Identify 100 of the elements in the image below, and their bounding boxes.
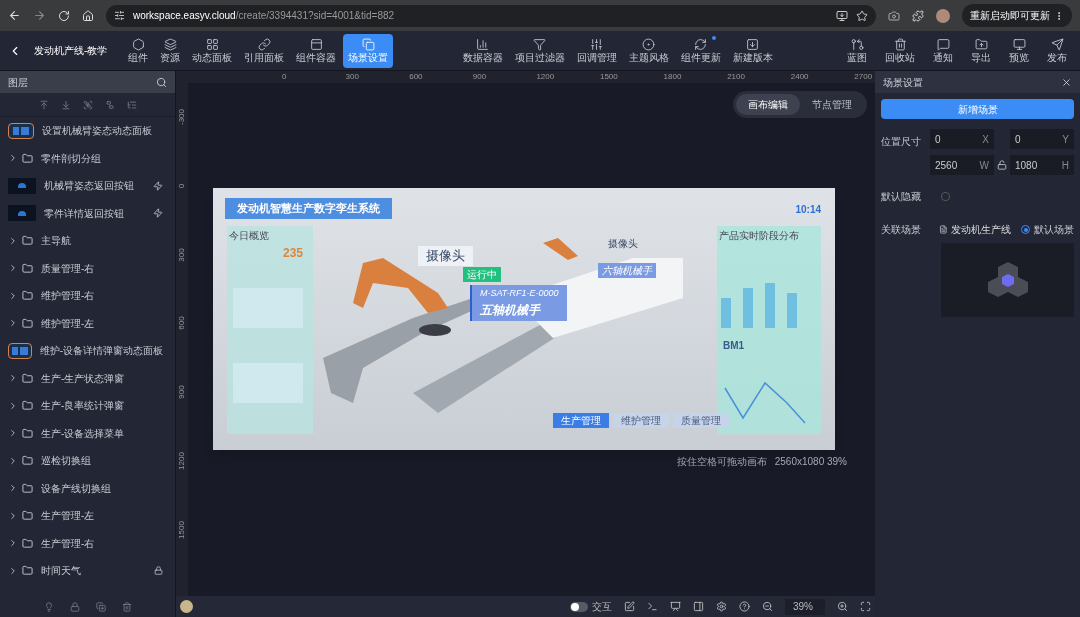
layer-item[interactable]: 生产-良率统计弹窗 bbox=[0, 392, 175, 420]
number-field[interactable]: 1080 H bbox=[1010, 155, 1074, 175]
expand-icon[interactable] bbox=[8, 263, 18, 274]
layer-item[interactable]: 主导航 bbox=[0, 227, 175, 255]
radio-label: 默认场景 bbox=[1034, 223, 1074, 237]
expand-icon[interactable] bbox=[8, 290, 18, 301]
settings-icon[interactable] bbox=[716, 601, 727, 612]
expand-icon[interactable] bbox=[8, 510, 18, 521]
panel-title: 产品实时阶段分布 bbox=[719, 229, 799, 243]
layer-item[interactable]: 零件剖切分组 bbox=[0, 144, 175, 172]
number-field[interactable]: 2560 W bbox=[930, 155, 994, 175]
address-bar[interactable]: workspace.easyv.cloud/create/3394431?sid=4001&tid=882 bbox=[106, 4, 876, 27]
layer-item[interactable]: 生产管理-左 bbox=[0, 502, 175, 530]
move-top-icon[interactable] bbox=[38, 99, 49, 110]
zoom-out-icon[interactable] bbox=[762, 601, 773, 612]
toolbar-button[interactable]: 引用面板 bbox=[239, 33, 290, 68]
toolbar-button[interactable]: 发布 bbox=[1042, 33, 1072, 68]
trash-icon[interactable] bbox=[121, 602, 132, 612]
interaction-toggle[interactable] bbox=[570, 601, 588, 612]
layer-item[interactable]: 生产-设备选择菜单 bbox=[0, 419, 175, 447]
expand-icon[interactable] bbox=[8, 235, 18, 246]
toolbar-button[interactable]: 回调管理 bbox=[571, 33, 622, 68]
help-icon[interactable] bbox=[739, 601, 750, 612]
camera-icon[interactable] bbox=[888, 9, 900, 22]
mode-tab[interactable]: 画布编辑 bbox=[736, 94, 800, 115]
expand-icon[interactable] bbox=[8, 538, 18, 549]
device-code: M-SAT-RF1-E-0000 bbox=[480, 287, 559, 300]
expand-icon[interactable] bbox=[8, 153, 18, 164]
lock-icon[interactable] bbox=[69, 602, 80, 612]
hidden-checkbox[interactable] bbox=[941, 192, 950, 201]
home-icon[interactable] bbox=[82, 9, 94, 22]
toolbar-button[interactable]: 预览 bbox=[1004, 33, 1034, 68]
toolbar-button[interactable]: 组件更新 bbox=[675, 33, 726, 68]
toolbar-button[interactable]: 通知 bbox=[928, 33, 958, 68]
expand-icon[interactable] bbox=[8, 455, 18, 466]
expand-icon[interactable] bbox=[8, 428, 18, 439]
layer-item[interactable]: 维护管理-右 bbox=[0, 282, 175, 310]
profile-avatar[interactable] bbox=[936, 8, 950, 23]
layer-item[interactable]: 生产管理-右 bbox=[0, 529, 175, 557]
nav-tab[interactable]: 维护管理 bbox=[613, 413, 669, 428]
expand-icon[interactable] bbox=[8, 565, 18, 576]
expand-icon[interactable] bbox=[8, 318, 18, 329]
zoom-in-icon[interactable] bbox=[837, 601, 848, 612]
back-icon[interactable] bbox=[8, 9, 21, 22]
toolbar-button[interactable]: 组件 bbox=[123, 33, 154, 68]
layer-item[interactable]: 时间天气 bbox=[0, 557, 175, 585]
unlock-icon[interactable] bbox=[997, 160, 1007, 170]
layer-name: 时间天气 bbox=[41, 564, 82, 579]
search-icon[interactable] bbox=[156, 76, 167, 88]
group-icon[interactable] bbox=[82, 99, 93, 110]
zoom-field[interactable]: 39% bbox=[785, 598, 825, 615]
cubes-icon bbox=[985, 260, 1030, 300]
toolbar-button[interactable]: 新建版本 bbox=[727, 33, 778, 68]
layer-item[interactable]: 零件详情返回按钮 bbox=[0, 199, 175, 227]
nav-tab[interactable]: 生产管理 bbox=[553, 413, 609, 428]
layer-item[interactable]: 设备产线切换组 bbox=[0, 474, 175, 502]
bar-chart-icon bbox=[476, 38, 490, 51]
layer-name: 质量管理-右 bbox=[41, 261, 96, 276]
layer-item[interactable]: 生产-生产状态弹窗 bbox=[0, 364, 175, 392]
layer-item[interactable]: 机械臂姿态返回按钮 bbox=[0, 172, 175, 200]
lightbulb-icon[interactable] bbox=[43, 602, 54, 612]
ungroup-icon[interactable] bbox=[104, 99, 115, 110]
layer-item[interactable]: 维护管理-左 bbox=[0, 309, 175, 337]
nav-tab[interactable]: 质量管理 bbox=[673, 413, 729, 428]
toolbar-button[interactable]: 蓝图 bbox=[842, 33, 872, 68]
site-settings-icon[interactable] bbox=[114, 10, 125, 21]
update-button[interactable]: 重新启动即可更新 bbox=[962, 4, 1072, 27]
install-icon[interactable] bbox=[836, 9, 848, 22]
toolbar-button[interactable]: 主题风格 bbox=[623, 33, 674, 68]
layer-item[interactable]: 巡检切换组 bbox=[0, 447, 175, 475]
number-field[interactable]: 0 X bbox=[930, 129, 994, 149]
expand-icon[interactable] bbox=[8, 373, 18, 384]
mode-tab[interactable]: 节点管理 bbox=[800, 94, 864, 115]
layer-item[interactable]: 设置机械臂姿态动态面板 bbox=[0, 117, 175, 145]
list-icon[interactable] bbox=[126, 99, 137, 110]
toolbar-button[interactable]: 项目过滤器 bbox=[509, 33, 570, 68]
expand-icon[interactable] bbox=[8, 483, 18, 494]
toolbar-button[interactable]: 数据容器 bbox=[457, 33, 508, 68]
terminal-icon[interactable] bbox=[647, 601, 658, 612]
forward-icon[interactable] bbox=[33, 9, 46, 22]
edit-icon[interactable] bbox=[624, 601, 635, 612]
duplicate-icon[interactable] bbox=[95, 602, 106, 612]
toolbar-button[interactable]: 资源 bbox=[155, 33, 186, 68]
toolbar-button[interactable]: 组件容器 bbox=[291, 33, 342, 68]
close-icon[interactable] bbox=[1061, 76, 1072, 88]
presentation-icon[interactable] bbox=[670, 601, 681, 612]
expand-icon[interactable] bbox=[8, 400, 18, 411]
toolbar-button[interactable]: 回收站 bbox=[880, 33, 920, 68]
ruler-label: 300 bbox=[178, 248, 186, 262]
number-field[interactable]: 0 Y bbox=[1010, 129, 1074, 149]
fit-icon[interactable] bbox=[860, 601, 871, 612]
panel-icon[interactable] bbox=[693, 601, 704, 612]
bookmark-icon[interactable] bbox=[856, 9, 868, 22]
layer-item[interactable]: 质量管理-右 bbox=[0, 254, 175, 282]
layer-item[interactable]: 维护-设备详情弹窗动态面板 bbox=[0, 337, 175, 365]
move-bottom-icon[interactable] bbox=[60, 99, 71, 110]
extensions-icon[interactable] bbox=[912, 9, 924, 22]
toolbar-button[interactable]: 导出 bbox=[966, 33, 996, 68]
reload-icon[interactable] bbox=[58, 9, 70, 22]
toolbar-button[interactable]: 动态面板 bbox=[187, 33, 238, 68]
